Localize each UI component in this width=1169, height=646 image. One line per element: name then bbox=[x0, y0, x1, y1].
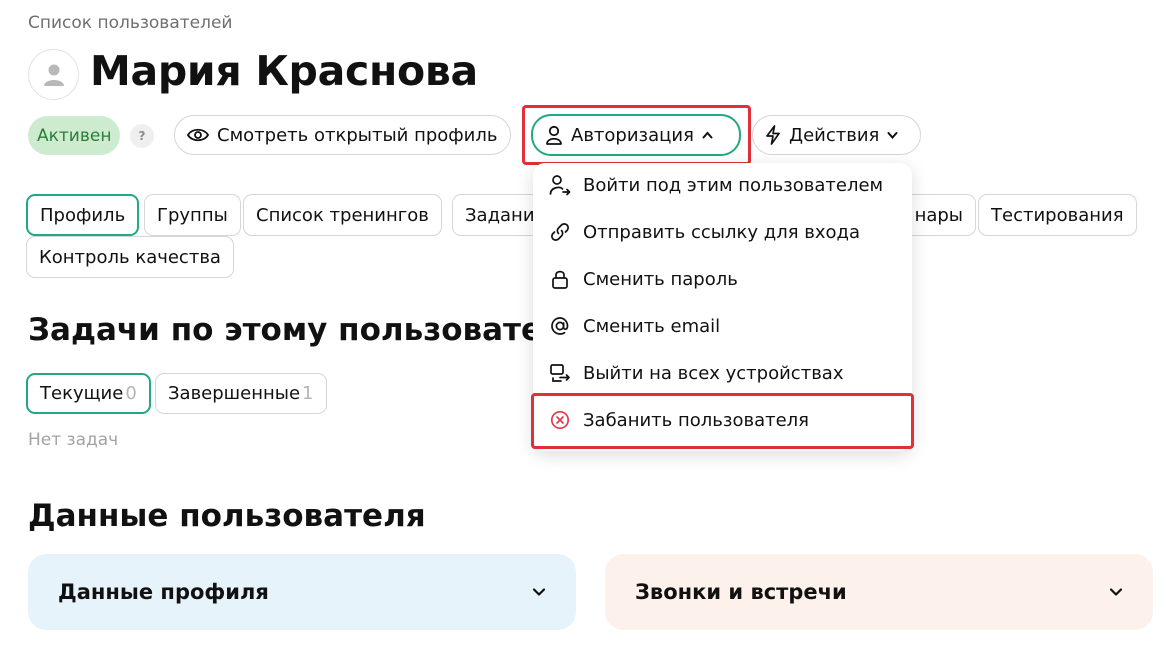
chevron-up-icon bbox=[702, 131, 713, 139]
menu-item-label: Забанить пользователя bbox=[583, 409, 809, 431]
no-tasks-text: Нет задач bbox=[28, 430, 119, 450]
authorization-label: Авторизация bbox=[571, 124, 694, 146]
avatar[interactable] bbox=[28, 49, 79, 100]
page-title: Мария Краснова bbox=[90, 47, 478, 95]
chevron-down-icon bbox=[1109, 588, 1123, 596]
view-public-profile-label: Смотреть открытый профиль bbox=[217, 124, 498, 146]
chevron-down-icon bbox=[887, 132, 898, 139]
tab-groups[interactable]: Группы bbox=[144, 194, 241, 236]
authorization-dropdown-menu: Войти под этим пользователем Отправить с… bbox=[533, 163, 912, 451]
view-public-profile-button[interactable]: Смотреть открытый профиль bbox=[174, 115, 511, 155]
ban-icon bbox=[550, 410, 570, 430]
menu-item-label: Сменить email bbox=[583, 315, 721, 337]
status-badge: Активен bbox=[28, 116, 121, 155]
menu-item-change-password[interactable]: Сменить пароль bbox=[533, 257, 912, 301]
tab-tests[interactable]: Тестирования bbox=[978, 194, 1137, 236]
filter-current-count: 0 bbox=[125, 383, 137, 404]
menu-item-label: Выйти на всех устройствах bbox=[583, 362, 844, 384]
user-icon bbox=[546, 125, 562, 145]
menu-item-logout-all-devices[interactable]: Выйти на всех устройствах bbox=[533, 351, 912, 395]
help-icon[interactable]: ? bbox=[130, 124, 154, 148]
filter-completed-label: Завершенные bbox=[168, 383, 301, 404]
actions-button[interactable]: Действия bbox=[752, 115, 921, 155]
profile-data-label: Данные профиля bbox=[58, 580, 269, 604]
profile-data-card[interactable]: Данные профиля bbox=[28, 554, 576, 630]
filter-current-label: Текущие bbox=[40, 383, 124, 404]
breadcrumb[interactable]: Список пользователей bbox=[28, 13, 232, 33]
authorization-button[interactable]: Авторизация bbox=[531, 114, 741, 156]
at-icon bbox=[551, 317, 569, 335]
lock-icon bbox=[552, 270, 568, 289]
menu-item-label: Отправить ссылку для входа bbox=[583, 221, 861, 243]
tab-quality-control[interactable]: Контроль качества bbox=[26, 236, 234, 278]
eye-icon bbox=[187, 128, 209, 142]
actions-label: Действия bbox=[789, 124, 880, 146]
tasks-section-title: Задачи по этому пользовател bbox=[28, 312, 565, 348]
calls-meetings-card[interactable]: Звонки и встречи bbox=[605, 554, 1153, 630]
filter-completed[interactable]: Завершенные 1 bbox=[155, 373, 327, 414]
tab-trainings[interactable]: Список тренингов bbox=[243, 194, 442, 236]
menu-item-login-as-user[interactable]: Войти под этим пользователем bbox=[533, 163, 912, 207]
filter-completed-count: 1 bbox=[302, 383, 314, 404]
user-login-icon bbox=[549, 175, 571, 196]
menu-item-label: Сменить пароль bbox=[583, 268, 738, 290]
chevron-down-icon bbox=[532, 588, 546, 596]
user-data-section-title: Данные пользователя bbox=[28, 498, 426, 534]
menu-item-send-login-link[interactable]: Отправить ссылку для входа bbox=[533, 210, 912, 254]
link-icon bbox=[551, 223, 569, 241]
menu-item-ban-user[interactable]: Забанить пользователя bbox=[533, 398, 912, 442]
menu-item-label: Войти под этим пользователем bbox=[583, 174, 884, 196]
tab-profile[interactable]: Профиль bbox=[26, 194, 140, 236]
logout-devices-icon bbox=[550, 364, 570, 382]
calls-meetings-label: Звонки и встречи bbox=[635, 580, 847, 604]
user-placeholder-icon bbox=[43, 64, 64, 86]
lightning-icon bbox=[766, 125, 780, 145]
menu-item-change-email[interactable]: Сменить email bbox=[533, 304, 912, 348]
filter-current[interactable]: Текущие 0 bbox=[26, 373, 151, 414]
